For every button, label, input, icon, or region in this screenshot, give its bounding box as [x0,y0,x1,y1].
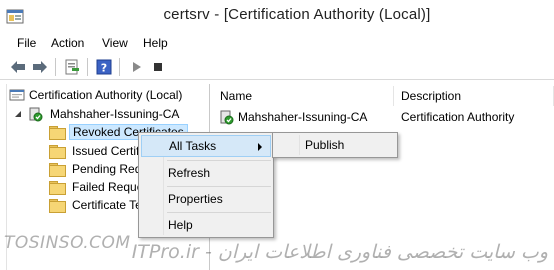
toolbar-separator [87,58,88,76]
svg-text:?: ? [101,62,107,75]
tree-root[interactable]: Certification Authority (Local) [9,86,182,103]
watermark-itpro: وب سایت تخصصی فناوری اطلاعات ایران - ITP… [131,241,548,263]
ca-server-icon [220,110,234,125]
stop-icon [154,63,162,71]
column-header-description[interactable]: Description [395,86,554,106]
watermark-tosinso: TOSINSO.COM [4,233,131,253]
folder-icon [49,125,66,140]
menu-separator [167,186,271,187]
help-icon: ? [96,59,112,75]
tree-ca-node[interactable]: Mahshaher-Issuning-CA [13,105,182,122]
context-menu: All Tasks Refresh Properties Help [138,132,274,238]
certification-authority-icon [9,89,25,100]
folder-icon [49,162,66,177]
list-cell-name: Mahshaher-Issuning-CA [238,110,368,124]
forward-arrow-icon [33,61,47,73]
submenu: Publish [272,132,398,158]
toolbar: ? [0,54,554,80]
menu-action[interactable]: Action [49,36,86,50]
folder-icon [49,144,66,159]
menu-item-label: All Tasks [169,139,217,153]
forward-button[interactable] [30,58,50,76]
back-button[interactable] [8,58,28,76]
export-list-button[interactable] [62,58,82,76]
export-list-icon [65,59,79,75]
expand-collapse-icon[interactable] [13,109,23,119]
menu-item-label: Help [168,218,193,232]
start-service-button[interactable] [126,58,146,76]
menu-separator [167,160,271,161]
menu-item-label: Publish [305,138,345,152]
menu-item-all-tasks[interactable]: All Tasks [141,135,271,157]
column-header-name[interactable]: Name [214,86,394,106]
menu-bar: File Action View Help [0,34,554,54]
ca-server-icon [29,107,43,121]
menu-separator [167,212,271,213]
list-row[interactable]: Mahshaher-Issuning-CA [218,108,367,126]
folder-icon [49,198,66,213]
menu-help[interactable]: Help [141,36,170,50]
folder-icon [49,180,66,195]
menu-view[interactable]: View [100,36,130,50]
back-arrow-icon [11,61,25,73]
tree-root-label: Certification Authority (Local) [29,87,183,102]
submenu-arrow-icon [258,143,262,151]
window-title: certsrv - [Certification Authority (Loca… [163,6,431,23]
ca-node-label: Mahshaher-Issuning-CA [50,106,180,121]
menu-item-properties[interactable]: Properties [141,188,271,210]
menu-file[interactable]: File [15,36,38,50]
help-button[interactable]: ? [94,58,114,76]
stop-service-button[interactable] [148,58,168,76]
menu-item-publish[interactable]: Publish [275,135,395,155]
title-bar: certsrv - [Certification Authority (Loca… [0,0,554,34]
list-cell-description: Certification Authority [401,110,515,124]
play-icon [133,62,141,72]
menu-item-help[interactable]: Help [141,214,271,236]
menu-item-label: Properties [168,192,223,206]
menu-item-refresh[interactable]: Refresh [141,162,271,184]
toolbar-separator [55,58,56,76]
menu-item-label: Refresh [168,166,211,180]
toolbar-separator [119,58,120,76]
